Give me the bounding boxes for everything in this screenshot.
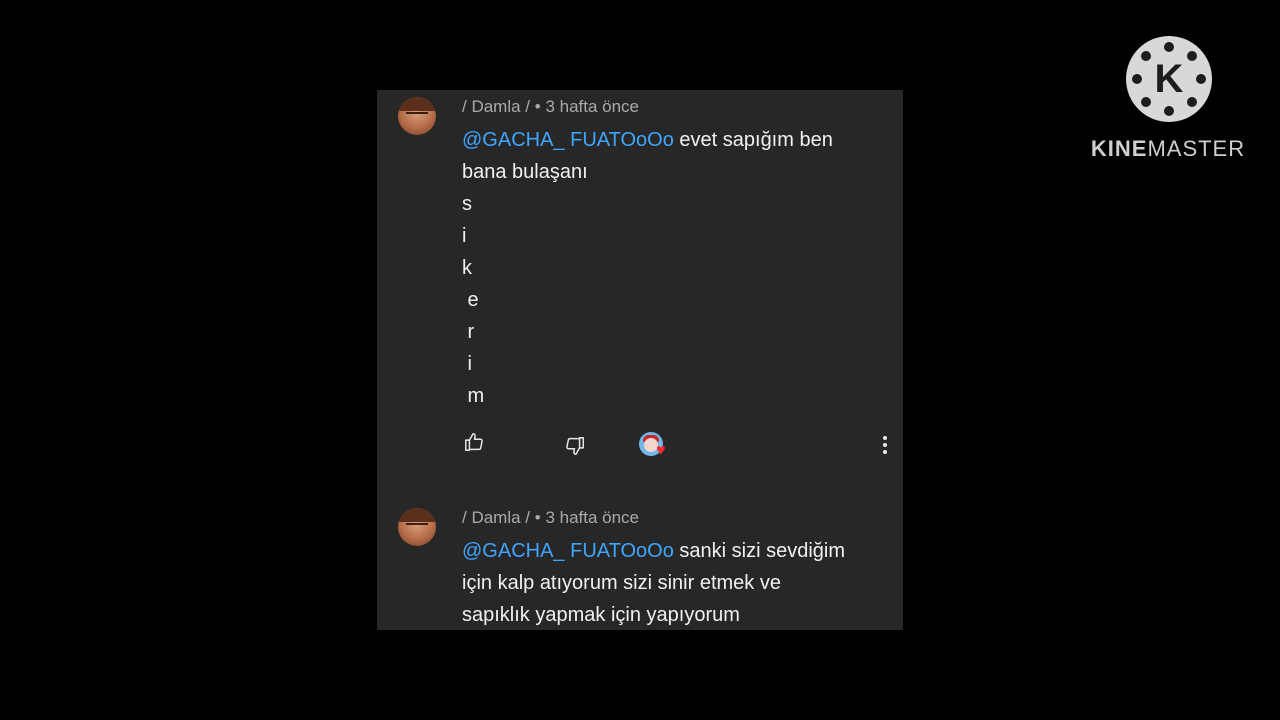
- comment-line-text: evet sapığım ben: [673, 129, 833, 151]
- mention-link[interactable]: @GACHA_ FUATOoOo: [462, 129, 674, 151]
- meta-separator: •: [530, 508, 546, 527]
- comment-time: 3 hafta önce: [545, 97, 640, 116]
- like-button[interactable]: [462, 430, 486, 454]
- dislike-button[interactable]: [563, 434, 587, 458]
- comment-meta: / Damla / • 3 hafta önce: [462, 97, 639, 117]
- kinemaster-watermark: K KINEMASTER: [1090, 36, 1246, 166]
- brand-light: MASTER: [1147, 136, 1246, 161]
- comment-line: s: [462, 193, 472, 215]
- video-frame: / Damla / • 3 hafta önce @GACHA_ FUATOoO…: [0, 0, 1280, 720]
- comment-author[interactable]: / Damla /: [462, 97, 530, 116]
- brand-bold: KINE: [1090, 136, 1148, 161]
- comment-line: k: [462, 257, 472, 279]
- logo-letter: K: [1154, 57, 1184, 101]
- comment-text: @GACHA_ FUATOoOo evet sapığım ben bana b…: [462, 124, 882, 412]
- avatar-glasses: [406, 523, 428, 531]
- comment-line: i: [462, 353, 472, 375]
- avatar[interactable]: [398, 97, 436, 135]
- comment-meta: / Damla / • 3 hafta önce: [462, 508, 639, 528]
- comment-line: sapıklık yapmak için yapıyorum: [462, 604, 740, 626]
- kinemaster-wordmark: KINEMASTER: [1090, 136, 1246, 162]
- avatar-hair: [398, 508, 436, 522]
- comment-line: @GACHA_ FUATOoOo sanki sizi sevdiğim: [462, 535, 882, 567]
- comment-line: için kalp atıyorum sizi sinir etmek ve: [462, 572, 781, 594]
- more-vertical-icon: [883, 436, 887, 454]
- more-options-button[interactable]: [875, 432, 895, 458]
- comment-actions: ♥: [377, 426, 903, 462]
- thumbs-up-icon: [465, 433, 483, 451]
- creator-heart-icon: ♥: [639, 430, 673, 460]
- avatar[interactable]: [398, 508, 436, 546]
- meta-separator: •: [530, 97, 546, 116]
- comment-line: @GACHA_ FUATOoOo evet sapığım ben: [462, 124, 882, 156]
- comment-line: r: [462, 321, 475, 343]
- thumbs-down-icon: [566, 437, 584, 455]
- comment-line: bana bulaşanı: [462, 161, 588, 183]
- mention-link[interactable]: @GACHA_ FUATOoOo: [462, 540, 674, 562]
- comment-line: i: [462, 225, 467, 247]
- comment-line: m: [462, 385, 485, 407]
- comment-text: @GACHA_ FUATOoOo sanki sizi sevdiğim içi…: [462, 535, 882, 630]
- logo-dot: [1164, 42, 1174, 52]
- avatar-glasses: [406, 112, 428, 120]
- heart-icon: ♥: [656, 442, 666, 459]
- comments-screenshot: / Damla / • 3 hafta önce @GACHA_ FUATOoO…: [377, 90, 903, 630]
- comment-line: e: [462, 289, 479, 311]
- kinemaster-logo-icon: K: [1126, 36, 1212, 122]
- comment-time: 3 hafta önce: [545, 508, 640, 527]
- logo-dot: [1164, 106, 1174, 116]
- comment-line-text: sanki sizi sevdiğim: [673, 540, 846, 562]
- comment-author[interactable]: / Damla /: [462, 508, 530, 527]
- avatar-hair: [398, 97, 436, 111]
